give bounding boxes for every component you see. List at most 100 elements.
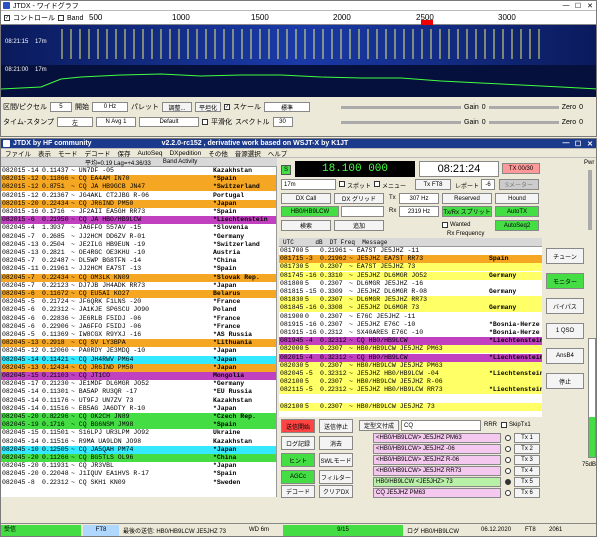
tx-6-button[interactable]: Tx 6 bbox=[514, 488, 540, 498]
bypass-button[interactable]: バイパス bbox=[546, 298, 584, 314]
agcc-button[interactable]: AGCc bbox=[281, 470, 315, 484]
decode-row[interactable]: 082045 -11 0.2 1961 ~ JJ2HCM EA7ST -13 *Spain bbox=[1, 265, 276, 273]
minimize-icon[interactable]: — bbox=[560, 140, 572, 148]
decode-row[interactable]: 081915 -16 0.2 307 ~ JE5JHZ E76C -10 *Bosnia-… bbox=[279, 321, 542, 329]
skip-tx1-checkbox[interactable] bbox=[501, 422, 507, 428]
decode-row[interactable]: 081845 -16 0.3 308 ~ JE5JHZ DL6MGR 73 Germany bbox=[279, 304, 542, 313]
spectrum-spinbox[interactable]: 30 bbox=[272, 117, 293, 127]
decode-row[interactable]: 082045 -15 0.1 1501 ~ S16LPJ UR3LPM JO92 Ukra… bbox=[1, 429, 276, 437]
tx-radio-6[interactable] bbox=[505, 490, 511, 496]
decode-row[interactable]: 082045 -5 0.1 1369 ~ IW8CGX R9YXJ -16 *AS Rus… bbox=[1, 331, 276, 339]
menu-item[interactable]: デコード bbox=[85, 148, 111, 158]
swl-mode-button[interactable]: SWLモード bbox=[319, 453, 353, 467]
decode-row[interactable]: 082045 -5 0.2 1724 ~ JF6QRK F1LNS -20 *France bbox=[1, 298, 276, 306]
tx-4-button[interactable]: Tx 4 bbox=[514, 466, 540, 476]
decode-row[interactable]: 082045 -6 0.2 2906 ~ JA6FFO F5IDJ -06 *France bbox=[1, 323, 276, 331]
enable-tx-button[interactable]: 送信開始 bbox=[281, 419, 315, 433]
decode-button[interactable]: デコード bbox=[281, 485, 315, 498]
menu-item[interactable]: 保存 bbox=[118, 148, 131, 158]
decode-row[interactable]: 082000 5 0.2 307 ~ HB0/HB9LCW JE5JHZ PM63 bbox=[279, 345, 542, 354]
add-button[interactable]: 追加 bbox=[334, 220, 384, 231]
tx-message-6[interactable]: CQ JE5JHZ PM63 bbox=[373, 488, 501, 498]
lookup-button[interactable]: 検索 bbox=[281, 220, 331, 231]
decode-row[interactable]: 082045 -14 0.1 1176 ~ UT9FJ UN7ZV 73 Kazakhst… bbox=[1, 397, 276, 405]
tx-message-4[interactable]: <HB0/HB9LCW> JE5JHZ RR73 bbox=[373, 466, 501, 476]
power-slider[interactable] bbox=[588, 170, 592, 230]
fixed-message-select[interactable]: CQ bbox=[401, 420, 481, 431]
menu-item[interactable]: モード bbox=[58, 148, 78, 158]
decode-row[interactable]: 082045 -12 0.1 2060 ~ PA0RDY JE3MDQ -10 *Japa… bbox=[1, 347, 276, 355]
decode-row[interactable]: 081745 -16 0.3 310 ~ JE5JHZ DL6MGR JO52 Germa… bbox=[279, 271, 542, 280]
dx-grid-input[interactable] bbox=[341, 206, 384, 217]
decode-row[interactable]: 082045 -4 1.3 937 ~ JA6FFO S57AV -15 *Sloveni… bbox=[1, 224, 276, 232]
tx-freq-spinbox[interactable]: 307 Hz bbox=[399, 193, 439, 204]
decode-row[interactable]: 082100 5 0.2 307 ~ HB0/HB9LCW JE5JHZ 73 bbox=[279, 402, 542, 411]
spectrum-display[interactable]: 08:21:00 17m bbox=[1, 65, 596, 97]
standard-select[interactable]: 標準 bbox=[263, 102, 310, 112]
rx-freq-spinbox[interactable]: 2319 Hz bbox=[399, 206, 439, 217]
decode-row[interactable]: 082045 -13 0.2 918 ~ CQ SV LY3BPA *Lithuania bbox=[1, 339, 276, 348]
tune-button[interactable]: チューン bbox=[546, 248, 584, 264]
menu-item[interactable]: DXpedition bbox=[169, 150, 201, 157]
decode-row[interactable]: 081730 5 0.2 307 ~ EA7ST JE5JHZ 73 bbox=[279, 263, 542, 272]
tx-message-1[interactable]: <HB0/HB9LCW> JE5JHZ PM63 bbox=[373, 433, 501, 443]
decode-row[interactable]: 081830 5 0.2 307 ~ DL6MGR JE5JHZ RR73 bbox=[279, 296, 542, 305]
wanted-checkbox[interactable] bbox=[442, 222, 448, 228]
maximize-icon[interactable]: ☐ bbox=[572, 140, 584, 148]
tx-1-button[interactable]: Tx 1 bbox=[514, 433, 540, 443]
decode-row[interactable]: 082045 -10 0.1 2505 ~ CQ JA5QAH PM74 *Japan bbox=[1, 445, 276, 454]
decode-row[interactable]: 081700 5 0.2 1961 ~ EA7ST JE5JHZ -11 bbox=[279, 247, 542, 255]
timestamp-select[interactable]: 左 bbox=[56, 117, 93, 127]
tx-message-3[interactable]: <HB0/HB9LCW> JE5JHZ R-06 bbox=[373, 455, 501, 465]
palette-select[interactable]: Default bbox=[138, 117, 199, 127]
decode-row[interactable]: 082045 -13 0.2 821 ~ OE4RGC OE3KHU -10 Austri… bbox=[1, 249, 276, 257]
clear-dx-button[interactable]: クリアDX bbox=[319, 485, 353, 498]
tx-message-5[interactable]: HB0/HB9LCW <JE5JHZ> 73 bbox=[373, 477, 501, 487]
decode-row[interactable]: 082015 -14 0.1 1437 ~ UN7DF -05 Kazakhstan bbox=[1, 167, 276, 175]
tx-radio-5[interactable] bbox=[505, 479, 511, 485]
band-select[interactable]: 17m bbox=[281, 179, 336, 190]
decode-row[interactable]: 082115 -5 0.2 2312 ~ JE5JHZ HB0/HB9LCW RR73 *… bbox=[279, 386, 542, 395]
decode-row[interactable]: 082045 -20 0.2 2048 ~ J1IQUV EA1HVS R-17 *Spa… bbox=[1, 470, 276, 478]
decode-row[interactable]: 081900 0 0.2 307 ~ E76C JE5JHZ -11 bbox=[279, 313, 542, 321]
monitor-button[interactable]: モニター bbox=[546, 273, 584, 289]
one-qso-button[interactable]: 1 QSO bbox=[546, 323, 584, 339]
flat-button[interactable]: 平坦化 bbox=[194, 102, 221, 112]
zero2-slider[interactable] bbox=[488, 120, 559, 124]
tx-5-button[interactable]: Tx 5 bbox=[514, 477, 540, 487]
reserved-button[interactable]: Reserved bbox=[442, 193, 492, 204]
decode-row[interactable]: 082045 -20 0.1 1931 ~ CQ JR3VBL *Japan bbox=[1, 462, 276, 470]
band-checkbox[interactable] bbox=[58, 15, 64, 21]
adjust-button[interactable]: 調整... bbox=[161, 102, 192, 112]
decode-row[interactable]: 081945 -4 0.3 2312 ~ CQ HB0/HB9LCW *Liechtens… bbox=[279, 337, 542, 346]
tx-3-button[interactable]: Tx 3 bbox=[514, 455, 540, 465]
smooth-checkbox[interactable] bbox=[201, 119, 208, 125]
decode-row[interactable]: 082045 -20 0.8 2296 ~ CQ OK2CH JN89 *Czech Re… bbox=[1, 413, 276, 421]
decode-row[interactable]: 082045 -17 0.2 1230 ~ JE1MDF DL6MGR JO52 *Ger… bbox=[1, 380, 276, 388]
decode-row[interactable]: 082015 -16 0.1 716 ~ JF2AII EA5GH RR73 *Spain bbox=[1, 208, 276, 216]
decode-row[interactable]: 082100 5 0.2 307 ~ HB0/HB9LCW JE5JHZ R-06 bbox=[279, 378, 542, 387]
decode-row[interactable]: 081915 -16 0.2 312 ~ SX40ARES E76C -10 *Bosni… bbox=[279, 329, 542, 337]
tx-radio-1[interactable] bbox=[505, 435, 511, 441]
decode-row[interactable]: 082045 -14 0.1 1516 ~ EB5AG JA6DTY R-10 *Japa… bbox=[1, 405, 276, 413]
maximize-icon[interactable]: ☐ bbox=[572, 2, 584, 10]
bin-per-pixel-spinbox[interactable]: 5 bbox=[49, 102, 72, 112]
decode-row[interactable]: 082015 -4 0.3 2312 ~ CQ HB0/HB9LCW *Liechtens… bbox=[279, 353, 542, 362]
hint-button[interactable]: ヒント bbox=[281, 453, 315, 467]
menu-item[interactable]: 音源選択 bbox=[235, 148, 261, 158]
start-spinbox[interactable]: 0 Hz bbox=[91, 102, 128, 112]
gain-slider[interactable] bbox=[341, 105, 461, 109]
autoseq-button[interactable]: AutoSeq2 bbox=[495, 220, 539, 231]
report-spinbox[interactable]: -6 bbox=[481, 179, 495, 190]
tx-radio-2[interactable] bbox=[505, 446, 511, 452]
decode-row[interactable]: 082045 -8 0.2 2312 ~ CQ SKH1 KN09 *Sweden bbox=[1, 479, 276, 487]
decode-row[interactable]: 082030 5 0.2 307 ~ HB0/HB9LCW JE5JHZ PM63 bbox=[279, 361, 542, 370]
decode-row[interactable]: 082045 -7 0.2 2434 ~ CQ OM3LK KN09 *Slovak Re… bbox=[1, 273, 276, 282]
controls-checkbox[interactable]: ✓ bbox=[4, 15, 10, 21]
decode-row[interactable]: 082045 -6 0.1 1672 ~ CQ EU5AI KO27 Belarus bbox=[1, 290, 276, 298]
tx-radio-4[interactable] bbox=[505, 468, 511, 474]
menu-item[interactable]: 表示 bbox=[38, 148, 51, 158]
scale-checkbox[interactable]: ✓ bbox=[223, 104, 230, 110]
close-icon[interactable]: ✕ bbox=[584, 2, 596, 10]
log-qso-button[interactable]: ログ記録 bbox=[281, 436, 315, 450]
